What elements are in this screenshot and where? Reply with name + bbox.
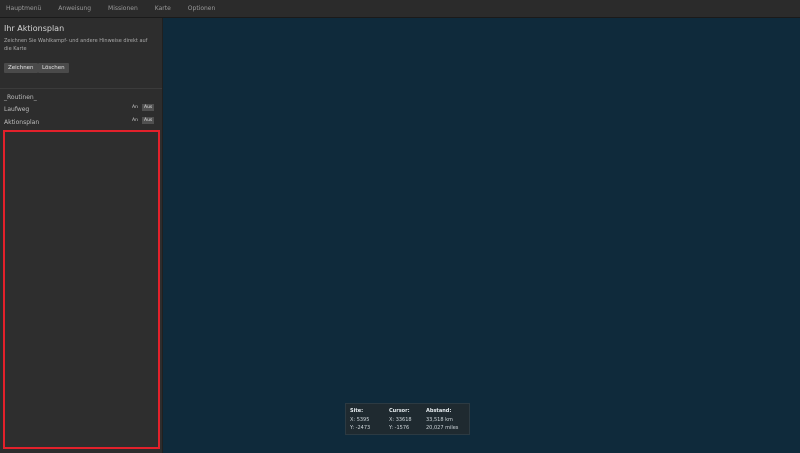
distance-label: Abstand:: [426, 408, 452, 414]
nav-item-main-menu[interactable]: Hauptmenü: [6, 5, 41, 12]
distance-readout: Abstand: 33,518 km 20,027 miles: [426, 407, 458, 433]
panel-description: Zeichnen Sie Wahlkampf- und andere Hinwe…: [4, 38, 148, 52]
site-label: Site:: [350, 408, 364, 414]
layer-route-off-toggle[interactable]: Aus: [142, 104, 155, 111]
delete-button[interactable]: Löschen: [38, 63, 69, 73]
site-y: Y: -2473: [350, 425, 371, 431]
cursor-label: Cursor:: [389, 408, 410, 414]
coordinate-readout: Site: X: 5395 Y: -2473 Cursor: X: 33618 …: [345, 403, 470, 435]
layer-label-route: Laufweg: [4, 106, 30, 113]
draw-button[interactable]: Zeichnen: [4, 63, 38, 73]
distance-miles: 20,027 miles: [426, 425, 459, 431]
map-canvas[interactable]: [163, 18, 800, 453]
site-coords: Site: X: 5395 Y: -2473: [350, 407, 370, 433]
layer-action-plan-off-toggle[interactable]: Aus: [142, 117, 155, 124]
panel-title: Ihr Aktionsplan: [4, 24, 65, 33]
distance-km: 33,518 km: [426, 416, 453, 423]
nav-item-options[interactable]: Optionen: [188, 5, 216, 12]
cursor-x: X: 33618: [389, 416, 412, 423]
nav-item-instruction[interactable]: Anweisung: [58, 5, 91, 12]
cursor-coords: Cursor: X: 33618 Y: -1576: [389, 407, 412, 433]
layer-action-plan-on-toggle[interactable]: An: [132, 118, 138, 123]
highlighted-empty-panel: [3, 130, 160, 449]
cursor-y: Y: -1576: [389, 425, 410, 431]
layer-route-on-toggle[interactable]: An: [132, 105, 138, 110]
section-header: _Routinen_: [4, 94, 37, 101]
nav-item-missions[interactable]: Missionen: [108, 5, 138, 12]
sidebar-panel: Ihr Aktionsplan Zeichnen Sie Wahlkampf- …: [0, 18, 163, 453]
nav-item-map[interactable]: Karte: [155, 5, 171, 12]
top-navigation: Hauptmenü Anweisung Missionen Karte Opti…: [0, 0, 800, 18]
site-x: X: 5395: [350, 416, 370, 423]
layer-label-action-plan: Aktionsplan: [4, 119, 40, 126]
divider: [0, 88, 162, 89]
